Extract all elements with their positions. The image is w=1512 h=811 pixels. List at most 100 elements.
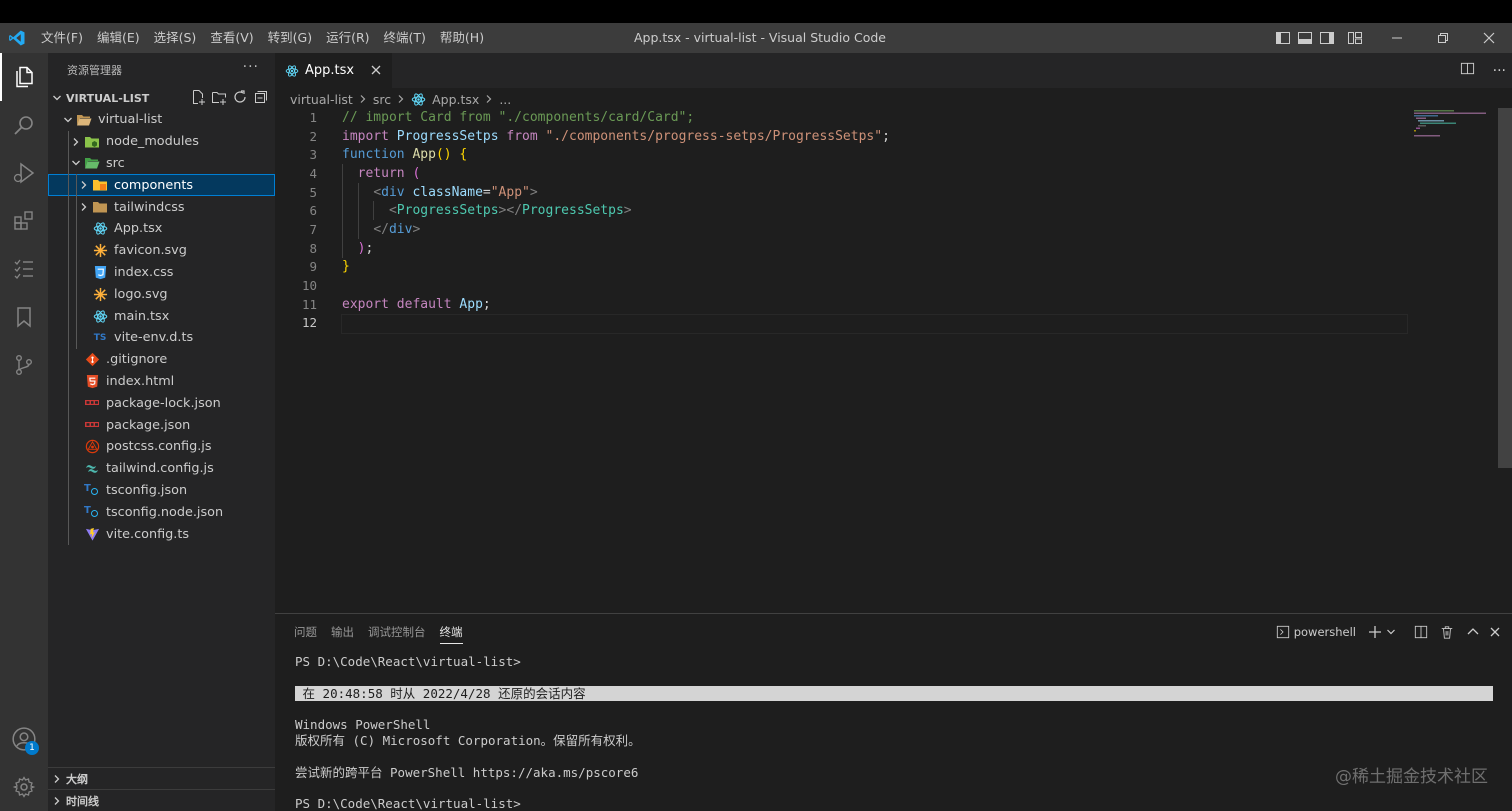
breadcrumb-item[interactable]: App.tsx — [432, 92, 479, 107]
terminal-output[interactable]: PS D:\Code\React\virtual-list> 在 20:48:5… — [295, 654, 1493, 811]
new-folder-icon[interactable] — [211, 89, 227, 108]
menu-item[interactable]: 选择(S) — [147, 23, 204, 53]
toggle-secondary-sidebar-icon[interactable] — [1316, 23, 1338, 53]
search-icon[interactable] — [0, 101, 48, 149]
code-line[interactable]: 2 import ProgressSetps from "./components… — [275, 127, 1405, 146]
customize-layout-icon[interactable] — [1344, 23, 1366, 53]
file-item[interactable]: index.html — [48, 370, 275, 393]
twistie-spacer — [76, 243, 92, 259]
code-line[interactable]: 3 function App() { — [275, 145, 1405, 164]
panel-tab[interactable]: 调试控制台 — [361, 614, 433, 650]
panel-tab[interactable]: 问题 — [287, 614, 324, 650]
file-item[interactable]: vite.config.ts — [48, 523, 275, 545]
split-editor-icon[interactable] — [1460, 61, 1475, 80]
workspace-section-header[interactable]: VIRTUAL-LIST — [48, 87, 275, 109]
file-item[interactable]: Ttsconfig.node.json — [48, 501, 275, 524]
menu-item[interactable]: 帮助(H) — [433, 23, 491, 53]
folder-item[interactable]: src — [48, 152, 275, 175]
folder-item[interactable]: components — [48, 174, 275, 197]
refresh-icon[interactable] — [232, 89, 248, 108]
code-line[interactable]: 1 // import Card from "./components/card/… — [275, 108, 1405, 127]
menu-item[interactable]: 文件(F) — [34, 23, 90, 53]
file-item[interactable]: postcss.config.js — [48, 435, 275, 458]
bookmarks-icon[interactable] — [0, 293, 48, 341]
code-line[interactable]: 11 export default App; — [275, 295, 1405, 314]
code-line[interactable]: 5 <div className="App"> — [275, 182, 1405, 202]
menu-item[interactable]: 编辑(E) — [90, 23, 147, 53]
shell-selector[interactable]: powershell — [1294, 625, 1356, 639]
toggle-panel-icon[interactable] — [1294, 23, 1316, 53]
tab-app-tsx[interactable]: App.tsx — [275, 53, 392, 88]
panel-tab[interactable]: 终端 — [433, 614, 470, 650]
minimap[interactable] — [1408, 108, 1498, 138]
folder-item[interactable]: node_modules — [48, 130, 275, 153]
code-token: "./components/progress-setps/ProgressSet… — [545, 128, 883, 144]
toggle-primary-sidebar-icon[interactable] — [1272, 23, 1294, 53]
file-item[interactable]: index.css — [48, 261, 275, 284]
menu-item[interactable]: 转到(G) — [261, 23, 319, 53]
minimize-icon[interactable] — [1374, 23, 1420, 53]
panel-tab[interactable]: 输出 — [324, 614, 361, 650]
split-terminal-icon[interactable] — [1414, 625, 1428, 639]
more-actions-icon[interactable]: ··· — [1493, 63, 1506, 79]
trash-icon[interactable] — [1440, 625, 1454, 639]
restore-icon[interactable] — [1420, 23, 1466, 53]
code-line[interactable]: 4 return ( — [275, 164, 1405, 183]
line-number: 7 — [309, 221, 317, 237]
folder-item[interactable]: virtual-list — [48, 109, 275, 131]
testing-icon[interactable] — [0, 245, 48, 293]
manage-gear-icon[interactable] — [0, 763, 48, 811]
file-item[interactable]: TS vite-env.d.ts — [48, 326, 275, 349]
close-tab-icon[interactable] — [368, 62, 384, 82]
code-content: function App() { — [342, 147, 467, 162]
close-window-icon[interactable] — [1466, 23, 1512, 53]
run-debug-icon[interactable] — [0, 149, 48, 197]
npm-icon — [84, 417, 100, 433]
line-number: 3 — [309, 147, 317, 163]
menu-item[interactable]: 终端(T) — [377, 23, 433, 53]
file-item[interactable]: favicon.svg — [48, 239, 275, 262]
outline-section-header[interactable]: 大纲 — [48, 767, 275, 789]
code-line[interactable]: 7 </div> — [275, 220, 1405, 239]
file-item[interactable]: package-lock.json — [48, 392, 275, 415]
chevron-right-icon — [68, 134, 84, 150]
editor-scrollbar[interactable] — [1498, 108, 1512, 613]
breadcrumb-item[interactable]: virtual-list — [290, 92, 353, 107]
maximize-panel-icon[interactable] — [1466, 625, 1480, 639]
file-item[interactable]: package.json — [48, 414, 275, 436]
file-item[interactable]: .gitignore — [48, 348, 275, 371]
more-actions-icon[interactable]: ··· — [243, 59, 259, 75]
file-item[interactable]: main.tsx — [48, 305, 275, 327]
code-line[interactable]: 12 — [275, 313, 1408, 334]
extensions-icon[interactable] — [0, 197, 48, 245]
code-line[interactable]: 8 ); — [275, 238, 1405, 258]
file-item[interactable]: tailwind.config.js — [48, 457, 275, 480]
scrollbar-thumb[interactable] — [1498, 108, 1512, 468]
file-item[interactable]: Ttsconfig.json — [48, 479, 275, 502]
code-line[interactable]: 9} — [275, 258, 1405, 277]
new-terminal-icon[interactable] — [1368, 625, 1382, 639]
code-token: </ — [373, 221, 389, 237]
accounts-icon[interactable]: 1 — [0, 715, 48, 763]
code-line[interactable]: 6 <ProgressSetps></ProgressSetps> — [275, 201, 1405, 221]
breadcrumb-item[interactable]: src — [373, 92, 391, 107]
file-item[interactable]: logo.svg — [48, 283, 275, 306]
code-editor[interactable]: 1 // import Card from "./components/card/… — [275, 108, 1408, 334]
chevron-down-icon[interactable] — [1386, 627, 1396, 637]
collapse-all-icon[interactable] — [253, 89, 269, 108]
tree-item-label: node_modules — [106, 134, 199, 150]
menu-item[interactable]: 运行(R) — [319, 23, 376, 53]
file-item[interactable]: App.tsx — [48, 217, 275, 240]
breadcrumb: virtual-list src App.tsx... — [275, 88, 1512, 110]
breadcrumb-item[interactable]: ... — [499, 92, 511, 107]
timeline-section-header[interactable]: 时间线 — [48, 789, 275, 811]
code-line[interactable]: 10 — [275, 276, 1405, 295]
code-token: App — [459, 296, 483, 312]
explorer-icon[interactable] — [0, 53, 48, 101]
new-file-icon[interactable] — [190, 89, 206, 108]
code-token: > — [529, 184, 538, 200]
source-control-icon[interactable] — [0, 341, 48, 389]
menu-item[interactable]: 查看(V) — [203, 23, 260, 53]
close-panel-icon[interactable] — [1488, 625, 1502, 639]
folder-item[interactable]: tailwindcss — [48, 196, 275, 218]
